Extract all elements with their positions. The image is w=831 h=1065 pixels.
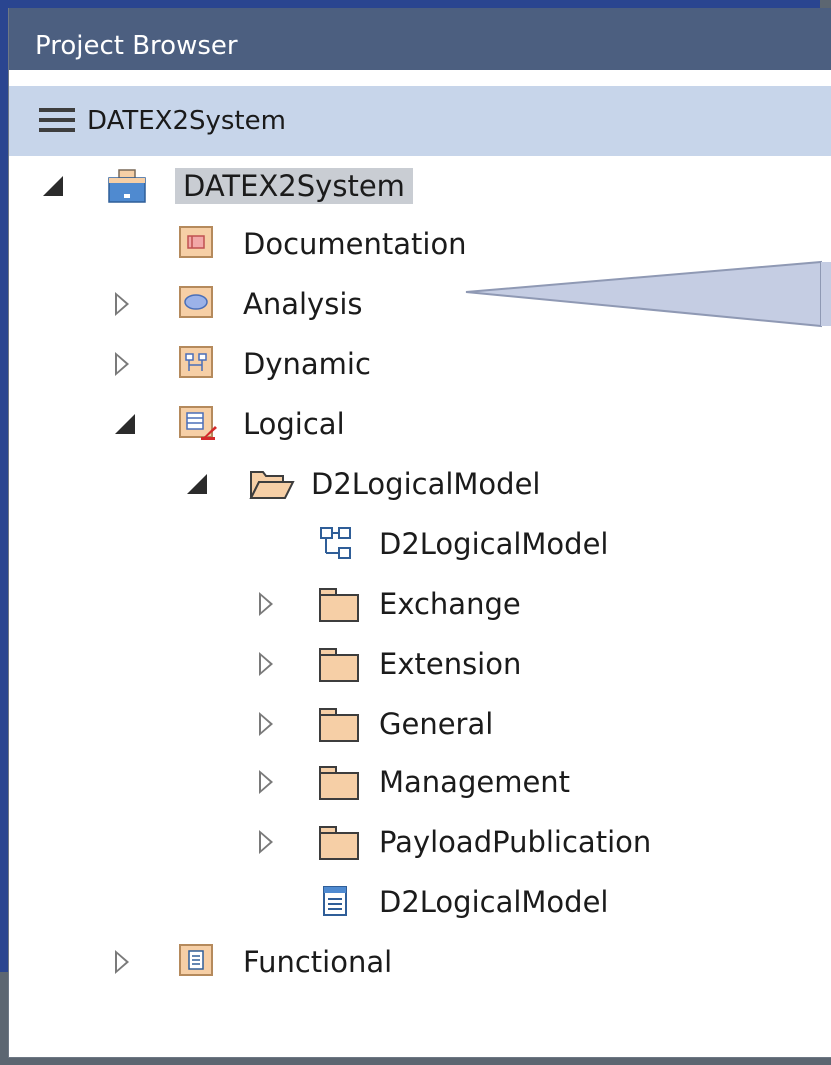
- tree-item-logical[interactable]: Logical: [9, 396, 831, 452]
- class-diagram-icon: [319, 526, 355, 560]
- tree-item-label: Functional: [243, 945, 393, 979]
- document-artifact-icon: [321, 884, 357, 918]
- tree-item-exchange[interactable]: Exchange: [9, 576, 831, 632]
- expand-arrow-icon[interactable]: [259, 830, 273, 854]
- tree-item-analysis[interactable]: Analysis: [9, 276, 831, 332]
- expand-arrow-icon[interactable]: [115, 950, 129, 974]
- expand-arrow-icon[interactable]: [259, 712, 273, 736]
- tree-item-label: D2LogicalModel: [379, 527, 609, 561]
- tree-item-d2logicalmodel-folder[interactable]: D2LogicalModel: [9, 456, 831, 512]
- folder-icon: [319, 706, 359, 742]
- expand-arrow-icon[interactable]: [259, 770, 273, 794]
- tree-item-datex2system[interactable]: DATEX2System: [9, 158, 831, 214]
- tree-item-label: DATEX2System: [175, 168, 413, 204]
- expand-arrow-icon[interactable]: [115, 292, 129, 316]
- collapse-arrow-icon[interactable]: [43, 176, 63, 196]
- expand-arrow-icon[interactable]: [115, 352, 129, 376]
- tree-item-documentation[interactable]: Documentation: [9, 216, 831, 272]
- tree-item-label: Analysis: [243, 287, 363, 321]
- tree-item-payloadpublication[interactable]: PayloadPublication: [9, 814, 831, 870]
- dynamic-package-icon: [179, 346, 215, 380]
- tree-item-label: Extension: [379, 647, 522, 681]
- tree-item-functional[interactable]: Functional: [9, 934, 831, 990]
- tree-item-label: PayloadPublication: [379, 825, 652, 859]
- tree-item-dynamic[interactable]: Dynamic: [9, 336, 831, 392]
- tree-item-label: General: [379, 707, 494, 741]
- folder-icon: [319, 586, 359, 622]
- model-root-icon: [107, 168, 146, 203]
- use-case-package-icon: [179, 286, 215, 320]
- folder-icon: [319, 824, 359, 860]
- tree-item-d2logicalmodel-diagram[interactable]: D2LogicalModel: [9, 516, 831, 572]
- tree-item-label: Logical: [243, 407, 345, 441]
- project-browser-panel: Project Browser DATEX2System DATEX2Syste…: [8, 8, 831, 1058]
- tree-item-d2logicalmodel-doc[interactable]: D2LogicalModel: [9, 874, 831, 930]
- folder-icon: [319, 646, 359, 682]
- folder-icon: [319, 764, 359, 800]
- tree-item-label: Management: [379, 765, 571, 799]
- tree-item-label: Dynamic: [243, 347, 371, 381]
- collapse-arrow-icon[interactable]: [187, 474, 207, 494]
- documentation-package-icon: [179, 226, 215, 260]
- tree-item-label: D2LogicalModel: [311, 467, 541, 501]
- logical-package-icon: [179, 406, 217, 440]
- tree-item-general[interactable]: General: [9, 696, 831, 752]
- functional-package-icon: [179, 944, 215, 978]
- tree-item-extension[interactable]: Extension: [9, 636, 831, 692]
- collapse-arrow-icon[interactable]: [115, 414, 135, 434]
- expand-arrow-icon[interactable]: [259, 592, 273, 616]
- tree-item-label: Exchange: [379, 587, 521, 621]
- open-folder-icon: [249, 466, 295, 500]
- expand-arrow-icon[interactable]: [259, 652, 273, 676]
- tree-item-label: D2LogicalModel: [379, 885, 609, 919]
- tree-item-management[interactable]: Management: [9, 754, 831, 810]
- tree-item-label: Documentation: [243, 227, 467, 261]
